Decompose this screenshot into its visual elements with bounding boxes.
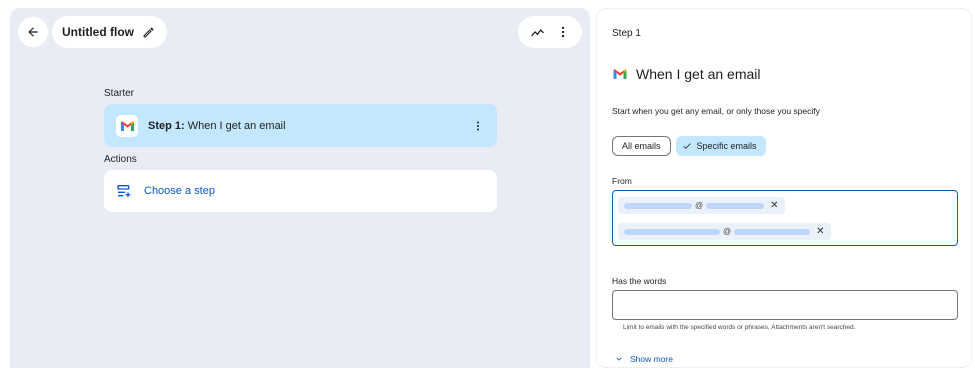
email-chip[interactable]: @ ✕ bbox=[618, 197, 785, 214]
panel-description: Start when you get any email, or only th… bbox=[612, 106, 820, 116]
all-emails-chip[interactable]: All emails bbox=[612, 136, 671, 156]
pencil-icon[interactable] bbox=[142, 26, 155, 39]
redacted-email bbox=[624, 202, 692, 209]
flow-toolbar bbox=[518, 16, 582, 48]
chevron-down-icon bbox=[616, 357, 622, 361]
more-vert-icon bbox=[477, 121, 479, 130]
panel-title: When I get an email bbox=[612, 66, 761, 82]
flow-header: Untitled flow bbox=[18, 16, 167, 48]
panel-step-label: Step 1 bbox=[612, 28, 641, 39]
check-icon bbox=[682, 141, 692, 151]
redacted-email bbox=[706, 202, 765, 209]
redacted-email bbox=[734, 228, 811, 235]
step-1-card[interactable]: Step 1: When I get an email bbox=[104, 104, 497, 147]
show-more-link[interactable]: Show more bbox=[614, 354, 673, 364]
remove-chip-icon[interactable]: ✕ bbox=[770, 200, 778, 211]
step-1-label: Step 1: When I get an email bbox=[148, 119, 286, 132]
choose-step-card[interactable]: Choose a step bbox=[104, 170, 497, 212]
specific-emails-chip[interactable]: Specific emails bbox=[675, 136, 766, 156]
flow-title: Untitled flow bbox=[62, 25, 134, 39]
has-words-label: Has the words bbox=[612, 276, 667, 286]
more-options-button[interactable] bbox=[550, 19, 576, 45]
activity-button[interactable] bbox=[524, 19, 550, 45]
add-step-icon bbox=[117, 185, 131, 197]
redacted-email bbox=[624, 228, 720, 235]
email-chip[interactable]: @ ✕ bbox=[618, 223, 831, 240]
show-more-label: Show more bbox=[630, 354, 673, 364]
remove-chip-icon[interactable]: ✕ bbox=[816, 226, 824, 237]
actions-label: Actions bbox=[104, 154, 137, 165]
more-vert-icon bbox=[561, 26, 565, 38]
step-menu-button[interactable] bbox=[471, 120, 485, 132]
step-details-panel: Step 1 When I get an email Start when yo… bbox=[596, 8, 972, 368]
flow-title-pill[interactable]: Untitled flow bbox=[52, 16, 167, 48]
specific-emails-label: Specific emails bbox=[696, 141, 757, 151]
flow-canvas: Untitled flow Starter Step 1: When I get… bbox=[10, 8, 590, 368]
gmail-icon bbox=[116, 114, 138, 137]
has-words-hint: Limit to emails with the specified words… bbox=[623, 324, 856, 331]
arrow-back-icon bbox=[28, 27, 38, 37]
activity-icon bbox=[530, 28, 544, 36]
from-label: From bbox=[612, 176, 632, 186]
back-button[interactable] bbox=[18, 17, 48, 47]
gmail-icon bbox=[613, 69, 627, 79]
panel-title-text: When I get an email bbox=[636, 66, 761, 82]
starter-label: Starter bbox=[104, 88, 135, 99]
from-field[interactable]: @ ✕ @ ✕ bbox=[612, 190, 958, 246]
choose-step-label: Choose a step bbox=[144, 185, 215, 197]
filter-chips: All emails Specific emails bbox=[612, 136, 766, 156]
has-words-input[interactable] bbox=[612, 290, 958, 320]
